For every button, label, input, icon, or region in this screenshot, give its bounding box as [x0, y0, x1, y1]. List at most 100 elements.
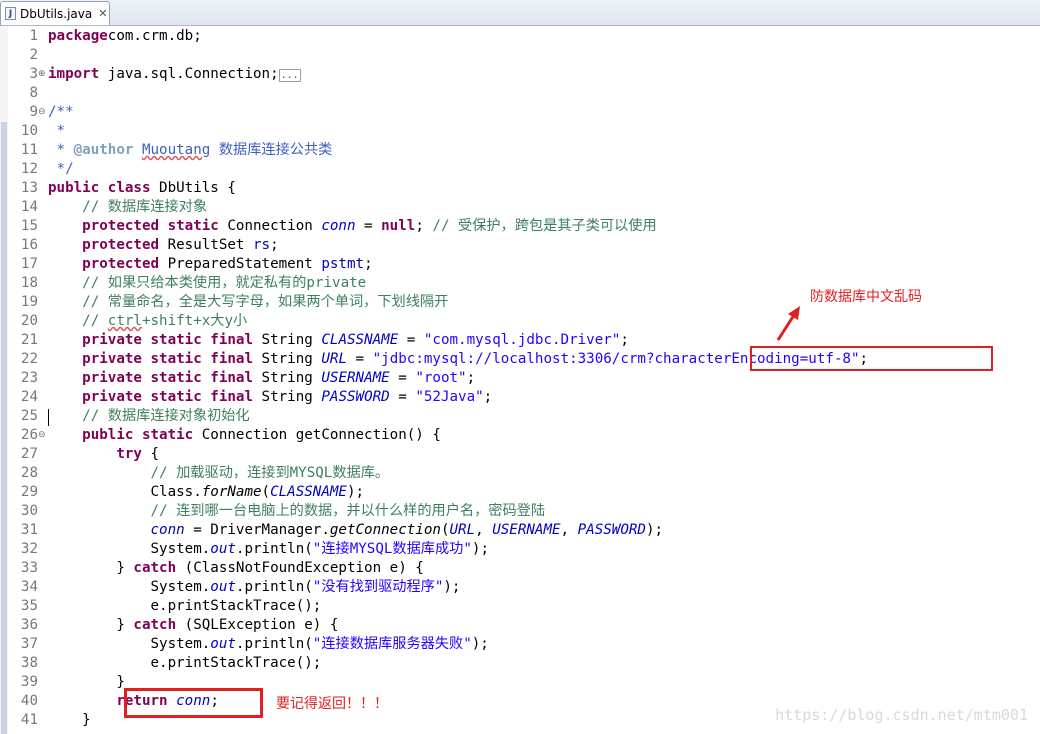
code-token: ctrl — [107, 313, 142, 329]
code-line[interactable]: 23 private static final String USERNAME … — [0, 369, 1040, 388]
code-text: System.out.println("连接数据库服务器失败"); — [48, 635, 489, 654]
code-token: private static final — [82, 332, 254, 348]
code-token: ; — [620, 332, 629, 348]
watermark: https://blog.csdn.net/mtm001 — [775, 706, 1028, 724]
code-line[interactable]: 11 * @author Muoutang 数据库连接公共类 — [0, 141, 1040, 160]
code-line[interactable]: 26 ⊖ public static Connection getConnecti… — [0, 426, 1040, 445]
line-number: 12 — [20, 161, 38, 177]
code-line[interactable]: 1 packagecom.crm.db; — [0, 27, 1040, 46]
code-token: DbUtils { — [150, 180, 236, 196]
code-token: private static final — [82, 370, 254, 386]
line-number: 40 — [20, 693, 38, 709]
code-token: CLASSNAME — [321, 332, 399, 348]
code-line[interactable]: 10 * — [0, 122, 1040, 141]
tab-label: DbUtils.java — [20, 6, 93, 21]
code-token: out — [210, 579, 236, 595]
code-token: // 加载驱动，连接到MYSQL数据库。 — [150, 465, 390, 481]
code-text: private static final String USERNAME = "… — [48, 369, 475, 388]
line-number: 26 — [20, 427, 38, 443]
line-number: 39 — [20, 674, 38, 690]
collapse-fold-icon[interactable]: ⊖ — [38, 103, 48, 122]
code-line[interactable]: 29 Class.forName(CLASSNAME); — [0, 483, 1040, 502]
code-token: e.printStackTrace(); — [48, 655, 322, 671]
code-text: // 加载驱动，连接到MYSQL数据库。 — [48, 464, 390, 483]
code-line[interactable]: 13 public class DbUtils { — [0, 179, 1040, 198]
code-text: // ctrl+shift+x大y小 — [48, 312, 247, 331]
code-token: ; — [270, 237, 279, 253]
code-text: * @author Muoutang 数据库连接公共类 — [48, 141, 333, 160]
code-token: .println( — [235, 541, 313, 557]
line-number: 20 — [20, 313, 38, 329]
code-token: } — [48, 712, 91, 728]
tab-dbutils-java[interactable]: J DbUtils.java ✕ — [0, 1, 110, 25]
code-text: protected static Connection conn = null;… — [48, 217, 657, 236]
code-line[interactable]: 3 ⊕ import java.sql.Connection;... — [0, 65, 1040, 84]
code-editor[interactable]: 1 packagecom.crm.db; 2 3 ⊕ import java.sql.Co… — [0, 26, 1040, 734]
code-token: ; — [364, 256, 373, 272]
code-line[interactable]: 24 private static final String PASSWORD … — [0, 388, 1040, 407]
code-token: = — [389, 389, 416, 405]
code-token: ( — [261, 484, 271, 500]
code-line[interactable]: 35 e.printStackTrace(); — [0, 597, 1040, 616]
code-token: PASSWORD — [321, 389, 390, 405]
code-token: Connection — [218, 218, 322, 234]
code-text: } — [48, 711, 91, 730]
encoding-highlight-box — [750, 346, 993, 371]
code-token: out — [210, 636, 236, 652]
code-line[interactable]: 15 protected static Connection conn = nu… — [0, 217, 1040, 236]
code-line[interactable]: 9 ⊖/** — [0, 103, 1040, 122]
folded-imports-marker[interactable]: ... — [278, 69, 301, 82]
code-text: // 连到哪一台电脑上的数据，并以什么样的用户名，密码登陆 — [48, 502, 546, 521]
code-line[interactable]: 2 — [0, 46, 1040, 65]
line-number: 35 — [20, 598, 38, 614]
code-line[interactable]: 17 protected PreparedStatement pstmt; — [0, 255, 1040, 274]
code-line[interactable]: 14 // 数据库连接对象 — [0, 198, 1040, 217]
close-icon[interactable]: ✕ — [98, 7, 107, 20]
java-file-icon: J — [5, 7, 16, 20]
code-line[interactable]: 38 e.printStackTrace(); — [0, 654, 1040, 673]
code-line[interactable]: 31 conn = DriverManager.getConnection(UR… — [0, 521, 1040, 540]
line-number: 14 — [20, 199, 38, 215]
code-line[interactable]: 30 // 连到哪一台电脑上的数据，并以什么样的用户名，密码登陆 — [0, 502, 1040, 521]
code-line[interactable]: 36 } catch (SQLException e) { — [0, 616, 1040, 635]
code-text: try { — [48, 445, 159, 464]
code-line[interactable]: 8 — [0, 84, 1040, 103]
code-line[interactable]: 28 // 加载驱动，连接到MYSQL数据库。 — [0, 464, 1040, 483]
code-line[interactable]: 27 try { — [0, 445, 1040, 464]
code-line[interactable]: 37 System.out.println("连接数据库服务器失败"); — [0, 635, 1040, 654]
code-line[interactable]: 34 System.out.println("没有找到驱动程序"); — [0, 578, 1040, 597]
line-number: 2 — [29, 47, 38, 63]
code-token: , — [475, 522, 493, 538]
encoding-annotation: 防数据库中文乱码 — [810, 289, 922, 305]
code-line[interactable]: 33 } catch (ClassNotFoundException e) { — [0, 559, 1040, 578]
code-token: ); — [471, 636, 489, 652]
expand-fold-icon[interactable]: ⊕ — [38, 65, 48, 84]
code-line[interactable]: 20 // ctrl+shift+x大y小 — [0, 312, 1040, 331]
code-line[interactable]: 25 // 数据库连接对象初始化 — [0, 407, 1040, 426]
code-token: String — [253, 351, 322, 367]
code-token: // 如果只给本类使用，就定私有的private — [82, 275, 367, 291]
code-token: String — [253, 389, 322, 405]
code-token: = — [346, 351, 373, 367]
code-text: private static final String CLASSNAME = … — [48, 331, 629, 350]
line-number: 30 — [20, 503, 38, 519]
line-number: 25 — [20, 408, 38, 424]
code-line[interactable]: 12 */ — [0, 160, 1040, 179]
code-text: // 如果只给本类使用，就定私有的private — [48, 274, 366, 293]
code-token: = — [355, 218, 382, 234]
code-token: (ClassNotFoundException e) { — [176, 560, 424, 576]
line-number: 34 — [20, 579, 38, 595]
code-token: ; — [483, 389, 493, 405]
line-number: 22 — [20, 351, 38, 367]
code-token: Muoutang — [141, 142, 211, 158]
code-line[interactable]: 32 System.out.println("连接MYSQL数据库成功"); — [0, 540, 1040, 559]
code-line[interactable]: 16 protected ResultSet rs; — [0, 236, 1040, 255]
code-token: CLASSNAME — [270, 484, 347, 500]
collapse-fold-icon[interactable]: ⊖ — [38, 426, 48, 445]
code-token: "连接MYSQL数据库成功" — [312, 541, 472, 557]
